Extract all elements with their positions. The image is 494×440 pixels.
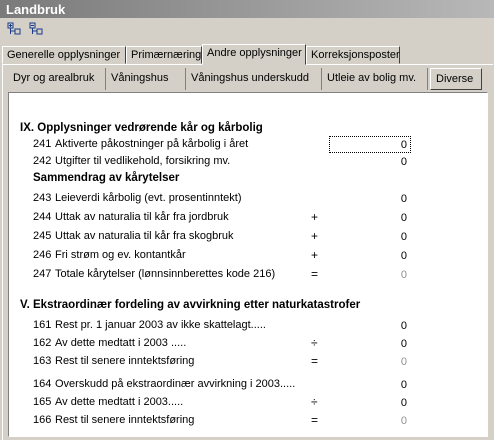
tab-generelle-opplysninger[interactable]: Generelle opplysninger — [2, 46, 126, 64]
field-243[interactable] — [330, 191, 410, 206]
form-row-247: 247 Totale kårytelser (lønnsinnberettes … — [9, 267, 479, 283]
field-242[interactable] — [330, 154, 410, 169]
row-label: Totale kårytelser (lønnsinnberettes kode… — [55, 268, 276, 280]
operator-equals: = — [311, 413, 319, 427]
form-row-245: 245 Uttak av naturalia til kår fra skogb… — [9, 229, 479, 245]
form-row-165: 165 Av dette medtatt i 2003..... ÷ — [9, 395, 479, 411]
row-label: Rest til senere inntektsføring — [55, 414, 195, 426]
field-246[interactable] — [330, 248, 410, 263]
form-row-164: 164 Overskudd på ekstraordinær avvirknin… — [9, 377, 479, 393]
window-title: Landbruk — [6, 2, 66, 17]
window-titlebar: Landbruk — [0, 0, 494, 18]
row-label: Overskudd på ekstraordinær avvirkning i … — [55, 378, 296, 390]
row-number: 242 — [33, 155, 52, 167]
subtab-utleie-av-bolig[interactable]: Utleie av bolig mv. — [322, 68, 428, 90]
section-title-summary: Sammendrag av kårytelser — [33, 172, 180, 184]
row-number: 162 — [33, 337, 52, 349]
field-162[interactable] — [330, 336, 410, 351]
field-163 — [330, 354, 410, 369]
row-label: Uttak av naturalia til kår fra skogbruk — [55, 230, 234, 242]
row-label: Fri strøm og ev. kontantkår — [55, 249, 186, 261]
field-166 — [330, 413, 410, 428]
form-panel: IX. Opplysninger vedrørende kår og kårbo… — [8, 92, 488, 437]
form-row-161: 161 Rest pr. 1 januar 2003 av ikke skatt… — [9, 318, 479, 334]
tab-primaernaering[interactable]: Primærnæring — [126, 46, 202, 64]
toolbar — [0, 18, 494, 42]
section-title-v: V. Ekstraordinær fordeling av avvirkning… — [20, 299, 361, 311]
row-label: Rest pr. 1 januar 2003 av ikke skattelag… — [55, 319, 266, 331]
field-241[interactable] — [329, 136, 411, 153]
operator-minus: ÷ — [311, 395, 318, 409]
row-number: 245 — [33, 230, 52, 242]
row-number: 247 — [33, 268, 52, 280]
subtab-vaningshus[interactable]: Våningshus — [106, 68, 186, 90]
field-247 — [330, 267, 410, 282]
section-title-ix: IX. Opplysninger vedrørende kår og kårbo… — [20, 122, 263, 134]
row-label: Aktiverte påkostninger på kårbolig i åre… — [55, 138, 249, 150]
row-number: 243 — [33, 192, 52, 204]
form-row-163: 163 Rest til senere inntektsføring = — [9, 354, 479, 370]
row-label: Av dette medtatt i 2003 ..... — [55, 337, 187, 349]
subtab-dyr-og-arealbruk[interactable]: Dyr og arealbruk — [8, 68, 106, 90]
row-label: Leieverdi kårbolig (evt. prosentinntekt) — [55, 192, 242, 204]
row-number: 241 — [33, 138, 52, 150]
form-row-243: 243 Leieverdi kårbolig (evt. prosentinnt… — [9, 191, 479, 207]
field-244[interactable] — [330, 210, 410, 225]
field-161[interactable] — [330, 318, 410, 333]
operator-minus: ÷ — [311, 336, 318, 350]
row-number: 161 — [33, 319, 52, 331]
subtab-vaningshus-underskudd[interactable]: Våningshus underskudd — [186, 68, 322, 90]
row-label: Rest til senere inntektsføring — [55, 355, 195, 367]
form-row-162: 162 Av dette medtatt i 2003 ..... ÷ — [9, 336, 479, 352]
row-number: 165 — [33, 396, 52, 408]
subtab-diverse[interactable]: Diverse — [430, 68, 482, 90]
form-row-241: 241 Aktiverte påkostninger på kårbolig i… — [9, 136, 479, 153]
row-label: Uttak av naturalia til kår fra jordbruk — [55, 211, 229, 223]
row-label: Utgifter til vedlikehold, forsikring mv. — [55, 155, 231, 167]
row-number: 246 — [33, 249, 52, 261]
tab-andre-opplysninger[interactable]: Andre opplysninger — [202, 44, 306, 65]
operator-plus: + — [311, 248, 319, 262]
tree-collapse-icon[interactable] — [28, 22, 44, 38]
operator-plus: + — [311, 210, 319, 224]
tab-korreksjonsposter[interactable]: Korreksjonsposter — [306, 46, 400, 64]
row-number: 164 — [33, 378, 52, 390]
operator-equals: = — [311, 267, 319, 281]
operator-equals: = — [311, 354, 319, 368]
field-165[interactable] — [330, 395, 410, 410]
form-row-244: 244 Uttak av naturalia til kår fra jordb… — [9, 210, 479, 226]
form-row-166: 166 Rest til senere inntektsføring = — [9, 413, 479, 429]
tree-expand-icon[interactable] — [6, 22, 22, 38]
row-number: 166 — [33, 414, 52, 426]
row-number: 244 — [33, 211, 52, 223]
field-245[interactable] — [330, 229, 410, 244]
row-label: Av dette medtatt i 2003..... — [55, 396, 184, 408]
form-row-242: 242 Utgifter til vedlikehold, forsikring… — [9, 154, 479, 170]
operator-plus: + — [311, 229, 319, 243]
row-number: 163 — [33, 355, 52, 367]
field-164[interactable] — [330, 377, 410, 392]
form-row-246: 246 Fri strøm og ev. kontantkår + — [9, 248, 479, 264]
